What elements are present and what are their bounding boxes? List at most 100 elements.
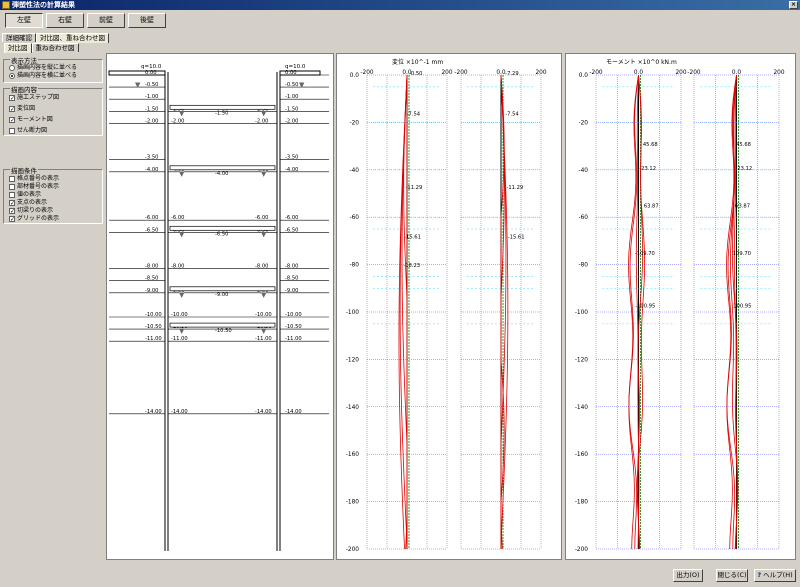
support-icon: ▼ xyxy=(261,327,267,335)
x-tick-label: -200 xyxy=(360,70,373,76)
level-label: -2.00 xyxy=(255,118,268,124)
check-supports[interactable]: ✓ 支点の表示 xyxy=(9,199,47,207)
checked-icon: ✓ xyxy=(9,200,16,207)
y-tick-label: 0.0 xyxy=(350,73,360,79)
options-panel: 表示方法 描画内容を縦に並べる 描画内容を横に並べる 描画内容 ✓ 施工ステップ図… xyxy=(3,55,103,560)
check-values[interactable]: 値の表示 xyxy=(9,191,41,199)
series-line xyxy=(401,74,408,549)
support-icon: ▼ xyxy=(261,109,267,117)
level-label: -0.50 xyxy=(145,82,158,88)
checked-icon: ✓ xyxy=(9,216,16,223)
level-label: -4.00 xyxy=(145,167,158,173)
unchecked-icon xyxy=(9,184,15,190)
check-step-diagram[interactable]: ✓ 施工ステップ図 xyxy=(9,94,59,102)
help-button[interactable]: ? ヘルプ(H) xyxy=(754,569,796,582)
level-label: -1.50 xyxy=(285,106,298,112)
level-label: -6.00 xyxy=(285,215,298,221)
check-struts[interactable]: ✓ 切梁りの表示 xyxy=(9,207,53,215)
wall-right-button[interactable]: 右壁 xyxy=(46,13,84,28)
title-bar: 弾塑性法の計算結果 × xyxy=(0,0,800,10)
level-label: -8.00 xyxy=(171,264,184,270)
level-label: -14.00 xyxy=(285,409,302,415)
radio-selected-icon xyxy=(9,73,15,79)
level-label: -8.00 xyxy=(145,264,158,270)
level-label: -11.00 xyxy=(145,336,162,342)
app-icon xyxy=(2,1,10,9)
data-label: -11.29 xyxy=(406,185,423,191)
output-button[interactable]: 出力(O) xyxy=(673,569,703,582)
level-label: -9.00 xyxy=(285,288,298,294)
level-label: -6.00 xyxy=(255,215,268,221)
y-tick-label: -120 xyxy=(346,357,359,363)
draw-content-group: 描画内容 ✓ 施工ステップ図 ✓ 変位図 ✓ モーメント図 せん断力図 xyxy=(3,84,103,136)
check-moment[interactable]: ✓ モーメント図 xyxy=(9,116,53,124)
level-label: -10.50 xyxy=(145,324,162,330)
window-title: 弾塑性法の計算結果 xyxy=(12,1,75,9)
close-window-button[interactable]: × xyxy=(789,1,798,9)
display-horizontal-radio[interactable]: 描画内容を横に並べる xyxy=(9,72,77,80)
checked-icon: ✓ xyxy=(9,117,16,124)
wall-left-button[interactable]: 左壁 xyxy=(5,13,43,28)
level-label: -11.00 xyxy=(285,336,302,342)
subtab-overlay[interactable]: 重ね合わせ図 xyxy=(31,43,79,52)
y-tick-label: -140 xyxy=(346,405,359,411)
check-grid[interactable]: ✓ グリッドの表示 xyxy=(9,215,59,223)
data-label: 63.87 xyxy=(644,204,659,210)
level-label: -3.50 xyxy=(145,155,158,161)
y-tick-label: -60 xyxy=(579,215,589,221)
y-tick-label: -40 xyxy=(579,168,589,174)
display-vertical-radio[interactable]: 描画内容を縦に並べる xyxy=(9,64,77,72)
unchecked-icon xyxy=(9,176,15,182)
level-label: -14.00 xyxy=(255,409,272,415)
check-shear[interactable]: せん断力図 xyxy=(9,127,47,135)
level-label: -14.00 xyxy=(145,409,162,415)
y-tick-label: -180 xyxy=(575,500,588,506)
checked-icon: ✓ xyxy=(9,95,16,102)
strut-label: -6.50 xyxy=(215,231,228,237)
level-label: -10.00 xyxy=(171,312,188,318)
moment-chart: モーメント ×10^0 kN.m 0.0 -20 -40 -60 -80 -100 -120 -… xyxy=(575,59,785,553)
data-label: -23.12 xyxy=(639,166,656,172)
level-label: -1.50 xyxy=(145,106,158,112)
data-label: 100.95 xyxy=(733,303,751,309)
y-tick-label: -180 xyxy=(346,500,359,506)
checked-icon: ✓ xyxy=(9,106,16,113)
displacement-chart: 変位 ×10^-1 mm 0.0 -20 -40 -60 -80 -100 -120 -140 -… xyxy=(346,58,547,553)
level-label: -8.00 xyxy=(285,264,298,270)
level-label: -1.00 xyxy=(285,94,298,100)
level-label: -2.00 xyxy=(145,118,158,124)
data-label: -100.95 xyxy=(635,303,655,309)
wall-back-button[interactable]: 後壁 xyxy=(128,13,166,28)
y-tick-label: -80 xyxy=(350,263,360,269)
x-tick-label: -200 xyxy=(687,70,700,76)
data-label: -15.61 xyxy=(404,235,421,241)
check-node-number[interactable]: 格点番号の表示 xyxy=(9,175,59,183)
tab-detail[interactable]: 詳細確認 xyxy=(2,33,36,42)
level-label: -6.50 xyxy=(285,227,298,233)
data-label: -11.29 xyxy=(506,185,523,191)
data-label: -0.50 xyxy=(409,71,422,77)
check-displacement[interactable]: ✓ 変位図 xyxy=(9,105,35,113)
support-icon: ▼ xyxy=(135,81,141,89)
check-member-number[interactable]: 部材番号の表示 xyxy=(9,183,59,191)
subtab-compare[interactable]: 対比図 xyxy=(4,43,32,53)
wall-front-button[interactable]: 前壁 xyxy=(87,13,125,28)
close-button[interactable]: 閉じる(C) xyxy=(716,569,748,582)
tab-compare-overlay[interactable]: 対比図、重ね合わせ図 xyxy=(36,33,109,43)
displacement-panel: 変位 ×10^-1 mm 0.0 -20 -40 -60 -80 -100 -120 -140 -… xyxy=(336,53,562,560)
level-label: -8.50 xyxy=(285,276,298,282)
draw-conditions-group: 描画条件 格点番号の表示 部材番号の表示 値の表示 ✓ 支点の表示 ✓ 切梁りの表示… xyxy=(3,165,103,224)
y-tick-label: -40 xyxy=(350,168,360,174)
level-label: -10.50 xyxy=(285,324,302,330)
data-label: -109.70 xyxy=(635,251,655,257)
support-icon: ▼ xyxy=(261,291,267,299)
x-tick-label: -200 xyxy=(454,70,467,76)
level-label: -9.00 xyxy=(145,288,158,294)
level-label: -8.50 xyxy=(145,276,158,282)
level-label: -14.00 xyxy=(171,409,188,415)
data-label: -7.29 xyxy=(505,71,518,77)
level-label: -6.00 xyxy=(171,215,184,221)
y-tick-label: 0.0 xyxy=(579,73,589,79)
support-icon: ▼ xyxy=(179,230,185,238)
support-icon: ▼ xyxy=(179,109,185,117)
